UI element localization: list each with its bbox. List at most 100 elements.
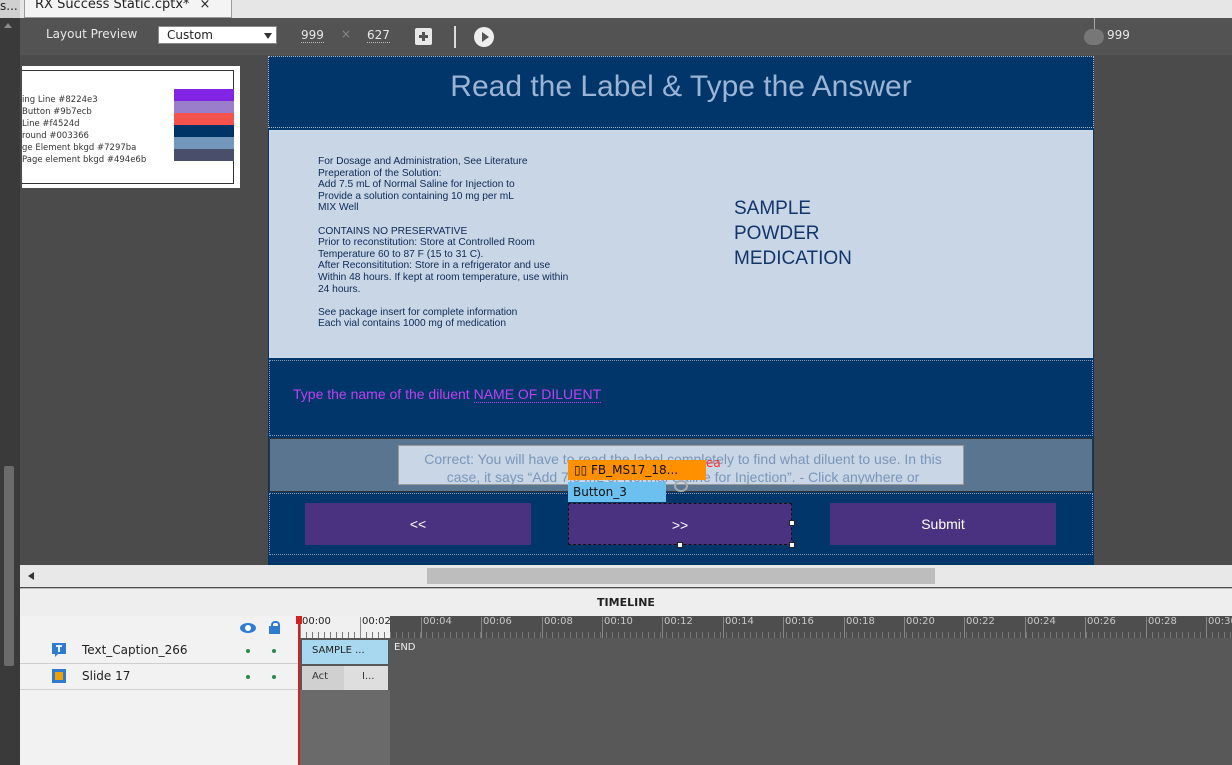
label-line: 24 hours. (318, 283, 361, 295)
label-line: See package insert for complete informat… (318, 306, 518, 318)
timeline-tick-label: 00:30 (1208, 616, 1232, 627)
submit-button[interactable]: Submit (830, 503, 1056, 545)
timeline-playhead[interactable] (298, 616, 300, 765)
slide-timeline-bar[interactable]: Act I... (302, 666, 388, 690)
timeline-tick-mark (662, 617, 663, 638)
lock-icon[interactable] (269, 621, 280, 634)
timeline-tick-mark (723, 617, 724, 638)
label-line: After Reconsititution: Store in a refrig… (318, 260, 551, 272)
tab-active-document[interactable]: RX Success Static.cptx* × (24, 0, 232, 18)
timeline-tick-mark (1146, 617, 1147, 638)
timeline-tick-label: 00:08 (544, 616, 573, 627)
legend-row-label: Button #9b7ecb (22, 107, 92, 117)
legend-swatch (174, 125, 234, 137)
label-line: Add 7.5 mL of Normal Saline for Injectio… (318, 179, 515, 191)
width-handle-icon[interactable] (1084, 29, 1104, 45)
lock-dot-icon[interactable] (272, 649, 276, 653)
scroll-left-arrow-icon[interactable] (28, 572, 34, 580)
add-icon[interactable] (415, 28, 432, 45)
legend-swatch (174, 101, 234, 113)
label-line: CONTAINS NO PRESERVATIVE (318, 225, 468, 237)
layer-name: Text_Caption_266 (82, 643, 188, 657)
timeline-track-area[interactable] (298, 616, 1232, 765)
timeline-tick-label: 00:12 (664, 616, 693, 627)
timeline-tick-label: 00:00 (302, 616, 331, 627)
label-line: Temperature 60 to 87 F (15 to 31 C). (318, 248, 484, 260)
left-scrollbar[interactable] (0, 18, 20, 765)
timeline-tick-label: 00:16 (785, 616, 814, 627)
timeline-tick-label: 00:22 (966, 616, 995, 627)
timeline-tick-mark (360, 617, 361, 638)
label-line: MIX Well (318, 202, 359, 214)
legend-row-label: round #003366 (22, 131, 89, 141)
slide-title[interactable]: Read the Label & Type the Answer (268, 70, 1094, 104)
next-button[interactable]: >> (568, 503, 792, 545)
color-legend-image[interactable]: ing Line #8224e3 Button #9b7ecb Line #f4… (22, 66, 240, 188)
caption-timeline-bar[interactable]: SAMPLE ... (302, 640, 388, 664)
tab-close-icon[interactable]: × (200, 0, 211, 12)
width-field[interactable]: 999 (301, 28, 324, 43)
timeline-tick-mark (602, 617, 603, 638)
previous-button[interactable]: << (305, 503, 531, 545)
timeline-row-slide[interactable]: Slide 17 (20, 664, 298, 690)
medication-label-text[interactable]: For Dosage and Administration, See Liter… (318, 156, 658, 330)
slide-action-segment[interactable]: Act (302, 666, 344, 690)
timeline-tick-label: 00:10 (604, 616, 633, 627)
sample-line: MEDICATION (734, 248, 852, 269)
button-object-tag[interactable]: Button_3 (568, 482, 666, 502)
timeline-tick-mark (481, 617, 482, 638)
timeline-tick-mark (964, 617, 965, 638)
timeline-tick-label: 00:28 (1148, 616, 1177, 627)
device-preset-value: Custom (167, 28, 213, 42)
timeline-row-text-caption[interactable]: Text_Caption_266 (20, 638, 298, 664)
eye-icon[interactable] (240, 623, 256, 633)
device-preset-select[interactable]: Custom (158, 26, 277, 44)
legend-swatch (174, 89, 234, 101)
sample-medication-caption[interactable]: SAMPLE POWDER MEDICATION (734, 196, 852, 271)
timeline-tick-label: 00:04 (423, 616, 452, 627)
timeline-slide-gutter (300, 690, 390, 765)
label-line: Preperation of the Solution: (318, 167, 442, 179)
resize-handle[interactable] (677, 542, 683, 548)
object-tag-fragment: ea (706, 456, 721, 470)
legend-swatch (174, 149, 234, 161)
slide-interaction-segment[interactable]: I... (346, 666, 388, 690)
question-prompt[interactable]: Type the name of the diluent NAME OF DIL… (293, 386, 602, 403)
color-legend-frame: ing Line #8224e3 Button #9b7ecb Line #f4… (22, 70, 234, 184)
label-line (318, 295, 658, 307)
text-caption-icon (52, 643, 66, 657)
timeline-tick-label: 00:20 (906, 616, 935, 627)
horizontal-scrollbar-thumb[interactable] (427, 568, 935, 584)
timeline-tick-mark (542, 617, 543, 638)
timeline-tick-mark (1206, 617, 1207, 638)
resize-handle[interactable] (789, 520, 795, 526)
resize-handle[interactable] (789, 542, 795, 548)
slide-icon (52, 669, 66, 683)
link-icon[interactable] (674, 480, 688, 492)
chevron-down-icon (264, 33, 272, 39)
timeline-tick-mark (1085, 617, 1086, 638)
left-scrollbar-thumb[interactable] (4, 466, 14, 666)
legend-swatch (174, 113, 234, 125)
playhead-handle-icon[interactable] (296, 616, 302, 624)
visibility-dot-icon[interactable] (246, 649, 250, 653)
feedback-object-tag[interactable]: ▯▯ FB_MS17_18... (568, 460, 706, 480)
visibility-dot-icon[interactable] (246, 675, 250, 679)
lock-dot-icon[interactable] (272, 675, 276, 679)
scroll-up-arrow-icon[interactable] (4, 23, 12, 28)
timeline-panel-title[interactable]: TIMELINE (20, 588, 1232, 616)
timeline-tick-mark (844, 617, 845, 638)
height-field[interactable]: 627 (367, 28, 390, 43)
breakpoint-width-value: 999 (1107, 28, 1130, 42)
dimension-times-glyph: × (341, 27, 352, 41)
tab-previous-label: s... (0, 0, 18, 13)
play-icon[interactable] (474, 27, 494, 47)
timeline-tick-mark (904, 617, 905, 638)
layer-name: Slide 17 (82, 669, 131, 683)
label-line: For Dosage and Administration, See Liter… (318, 156, 528, 167)
label-line: Within 48 hours. If kept at room tempera… (318, 271, 569, 283)
tab-previous[interactable]: s... (0, 0, 20, 18)
timeline-tick-label: 00:26 (1087, 616, 1116, 627)
diluent-text-entry-field[interactable]: NAME OF DILUENT (473, 386, 602, 403)
legend-swatch (174, 137, 234, 149)
